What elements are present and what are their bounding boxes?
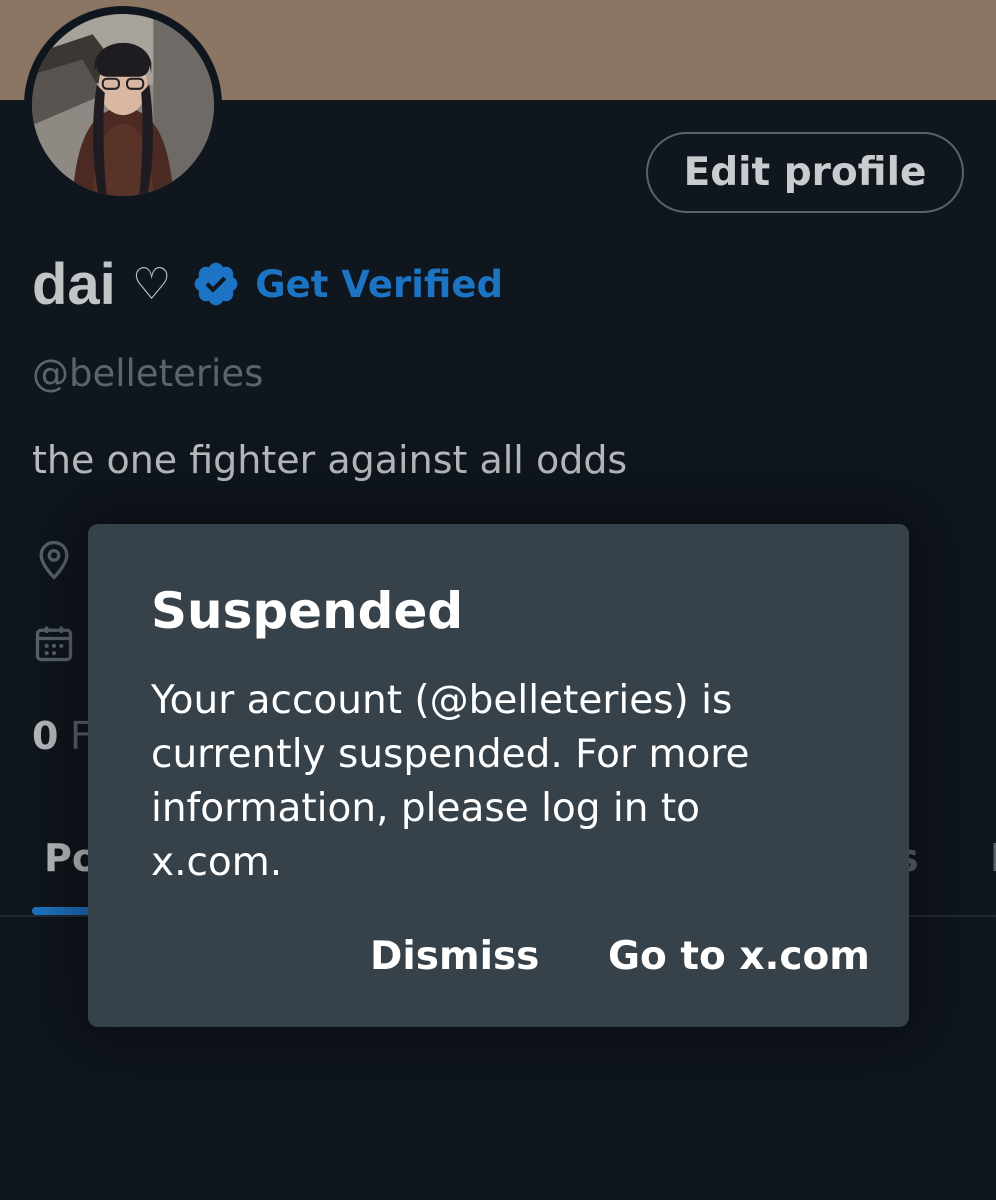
suspended-dialog: Suspended Your account (@belleteries) is…	[88, 524, 909, 1027]
name-heart-emoji: ♡	[131, 258, 172, 310]
profile-name-row: dai ♡ Get Verified	[32, 246, 503, 322]
edit-profile-button[interactable]: Edit profile	[646, 132, 964, 213]
profile-handle: @belleteries	[32, 352, 264, 395]
location-pin-icon	[32, 538, 76, 582]
tab-partial-edge[interactable]: I	[990, 836, 996, 880]
profile-bio: the one fighter against all odds	[32, 438, 628, 482]
avatar-photo	[32, 14, 214, 196]
following-count[interactable]: 0	[32, 714, 58, 758]
go-to-x-button[interactable]: Go to x.com	[608, 934, 870, 979]
dialog-message: Your account (@belleteries) is currently…	[151, 678, 750, 885]
profile-avatar[interactable]	[24, 6, 222, 204]
dialog-title: Suspended	[151, 582, 464, 640]
calendar-icon	[32, 622, 76, 666]
active-tab-indicator	[32, 907, 96, 915]
dismiss-button[interactable]: Dismiss	[370, 934, 539, 979]
get-verified-link[interactable]: Get Verified	[255, 263, 503, 306]
verified-badge-icon[interactable]	[191, 259, 241, 309]
display-name: dai	[32, 251, 116, 317]
